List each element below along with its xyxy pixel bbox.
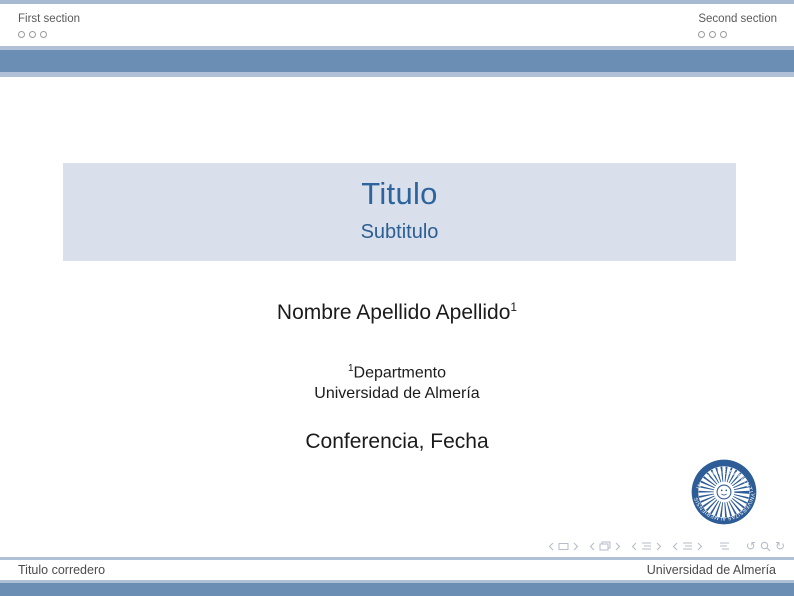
header-section-first: First section	[18, 12, 80, 38]
university-seal-logo: IN LUMINE SAPIENTIA VNIVERSITAS ALMERIEN…	[691, 459, 757, 525]
next-slide-icon[interactable]	[573, 542, 579, 551]
title-block: Titulo Subtitulo	[63, 163, 736, 261]
nav-group-appendix	[719, 541, 730, 551]
institute-department-line: 1Departmento	[0, 358, 794, 383]
slide-icon[interactable]	[558, 542, 569, 551]
mini-frame-dot[interactable]	[40, 31, 47, 38]
nav-group-section	[672, 541, 703, 551]
frame-icon[interactable]	[599, 541, 611, 551]
mini-frame-dot[interactable]	[709, 31, 716, 38]
primary-blue-bar	[0, 50, 794, 72]
section-icon[interactable]	[682, 541, 693, 551]
headline-strip: First section Second section	[0, 4, 794, 46]
next-frame-icon[interactable]	[615, 542, 621, 551]
slide-dots-second[interactable]	[698, 31, 777, 38]
mini-frame-dot[interactable]	[698, 31, 705, 38]
nav-group-frame	[589, 541, 621, 551]
mini-frame-dot[interactable]	[18, 31, 25, 38]
accent-band-lower	[0, 72, 794, 77]
subsection-icon[interactable]	[641, 541, 652, 551]
section-link-first[interactable]: First section	[18, 12, 80, 27]
sun-face	[717, 485, 731, 499]
prev-slide-icon[interactable]	[548, 542, 554, 551]
seal-graphic: IN LUMINE SAPIENTIA VNIVERSITAS ALMERIEN…	[691, 459, 757, 525]
mini-frame-dot[interactable]	[720, 31, 727, 38]
back-icon[interactable]: ↺	[746, 540, 756, 552]
section-link-second[interactable]: Second section	[698, 12, 777, 27]
author-footnote-mark: 1	[510, 300, 517, 314]
footer-university-name: Universidad de Almería	[647, 563, 776, 577]
footer-running-title: Titulo corredero	[18, 563, 105, 577]
next-section-icon[interactable]	[697, 542, 703, 551]
slide-title: Titulo	[63, 172, 736, 216]
nav-group-history: ↺ ↻	[746, 540, 785, 552]
header-section-second: Second section	[698, 12, 777, 38]
footer-strip: Titulo corredero Universidad de Almería	[0, 560, 794, 580]
slide-subtitle: Subtitulo	[63, 216, 736, 249]
nav-group-subsection	[631, 541, 662, 551]
institute-university: Universidad de Almería	[0, 383, 794, 404]
prev-section-icon[interactable]	[672, 542, 678, 551]
appendix-icon[interactable]	[719, 541, 730, 551]
prev-frame-icon[interactable]	[589, 542, 595, 551]
author-name: Nombre Apellido Apellido	[277, 301, 510, 324]
next-subsection-icon[interactable]	[656, 542, 662, 551]
prev-subsection-icon[interactable]	[631, 542, 637, 551]
navigation-bar: ↺ ↻	[0, 539, 785, 553]
slide-dots-first[interactable]	[18, 31, 80, 38]
search-icon[interactable]	[760, 541, 771, 552]
institute-block: 1Departmento Universidad de Almería	[0, 358, 794, 404]
institute-department: Departmento	[354, 364, 447, 381]
forward-icon[interactable]: ↻	[775, 540, 785, 552]
footer-blue-bar	[0, 583, 794, 596]
author-line: Nombre Apellido Apellido1	[0, 300, 794, 325]
nav-group-slide	[548, 542, 579, 551]
mini-frame-dot[interactable]	[29, 31, 36, 38]
conference-date: Conferencia, Fecha	[0, 430, 794, 454]
